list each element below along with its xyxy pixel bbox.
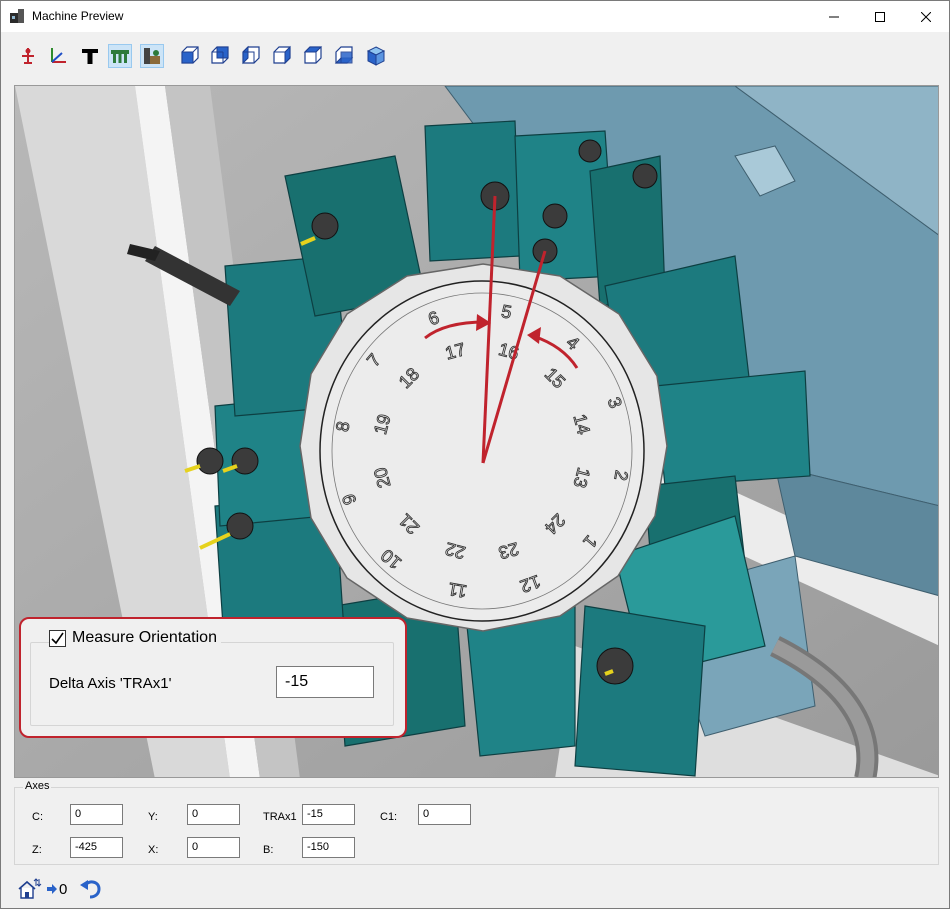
zero-button[interactable]: 0 [46,877,67,901]
arrow-right-icon [47,884,57,894]
axes-group-title: Axes [23,780,52,792]
axes-icon [51,48,66,63]
machine-preview-window: Machine Preview 5 4 3 2 1 12 11 10 9 8 7… [0,0,950,909]
view-bottom-icon [334,46,354,64]
view-left-button[interactable] [239,44,263,68]
axis-y-label: Y: [148,811,158,823]
measure-orientation-checkbox-row[interactable]: Measure Orientation [49,629,221,647]
home-icon [18,878,42,899]
measure-orientation-panel: Measure Orientation Delta Axis 'TRAx1' -… [19,617,407,738]
axis-c-field[interactable]: 0 [70,804,123,825]
view-back-button[interactable] [208,44,232,68]
origin-marker-button[interactable] [16,44,40,68]
delta-axis-label: Delta Axis 'TRAx1' [49,675,172,692]
measure-orientation-label: Measure Orientation [72,629,217,646]
view-top-button[interactable] [301,44,325,68]
checkmark-icon [51,632,64,644]
axes-toggle-button[interactable] [46,44,70,68]
axis-trax1-label: TRAx1 [263,811,297,823]
axis-c1-field[interactable]: 0 [418,804,471,825]
view-top-icon [303,46,323,64]
axis-b-field[interactable]: -150 [302,837,355,858]
axes-group: Axes C: 0 Y: 0 TRAx1 -15 C1: 0 Z: -425 X… [14,780,939,865]
axis-x-field[interactable]: 0 [187,837,240,858]
axis-y-field[interactable]: 0 [187,804,240,825]
measure-orientation-checkbox[interactable] [49,629,66,647]
minimize-icon [829,16,839,17]
delta-axis-field[interactable]: -15 [276,666,374,698]
close-button[interactable] [903,1,949,32]
view-front-icon [181,46,199,64]
turret-outer-number: 11 [447,579,469,602]
axis-z-label: Z: [32,844,42,856]
text-toggle-button[interactable] [78,44,102,68]
axis-c-label: C: [32,811,43,823]
maximize-icon [875,11,885,22]
axis-c1-label: C1: [380,811,398,823]
bottom-toolbar: 0 [1,871,949,908]
maximize-button[interactable] [857,1,903,32]
axis-z-field[interactable]: -425 [70,837,123,858]
app-icon [10,9,24,23]
axis-x-label: X: [148,844,159,856]
undo-button[interactable] [79,877,103,901]
window-title: Machine Preview [32,9,124,23]
machine-table-icon [144,48,160,64]
view-iso-button[interactable] [364,44,388,68]
zero-label: 0 [59,880,68,898]
minimize-button[interactable] [811,1,857,32]
tool-holders-toggle-button[interactable] [108,44,132,68]
view-front-button[interactable] [178,44,202,68]
title-bar: Machine Preview [1,1,949,32]
close-icon [921,11,931,22]
axis-trax1-field[interactable]: -15 [302,804,355,825]
axis-b-label: B: [263,844,274,856]
view-right-icon [273,45,291,65]
view-left-icon [242,45,260,65]
toolbar [1,32,949,80]
view-right-button[interactable] [270,44,294,68]
view-iso-icon [366,46,386,66]
view-back-icon [211,46,229,64]
origin-marker-icon [22,48,34,64]
home-button[interactable] [16,877,42,901]
tool-holders-icon [111,50,129,63]
machine-table-toggle-button[interactable] [140,44,164,68]
view-bottom-button[interactable] [332,44,356,68]
text-icon [82,49,98,64]
undo-icon [80,880,101,899]
